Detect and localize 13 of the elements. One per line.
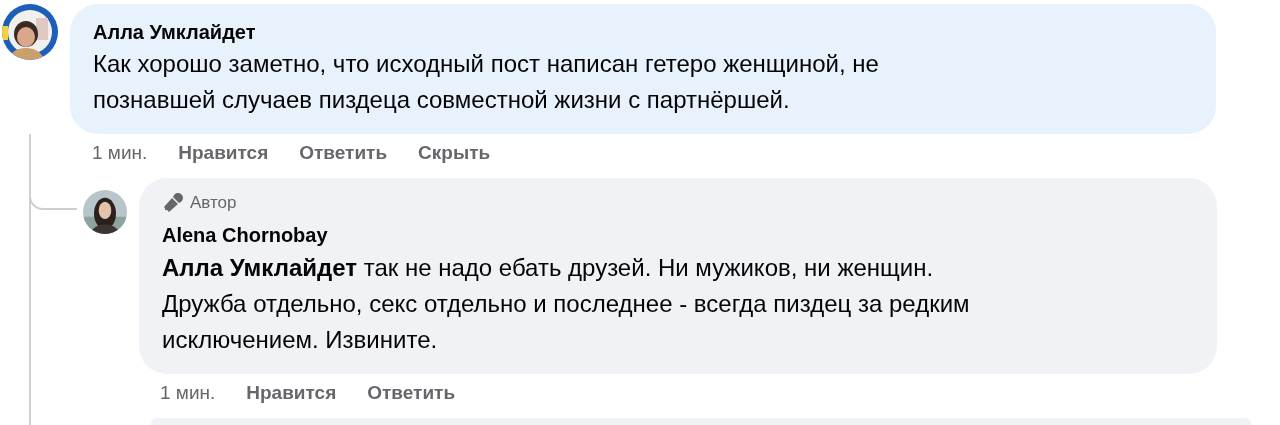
action-link[interactable]: Скрыть — [418, 142, 491, 164]
microphone-icon — [162, 192, 184, 214]
action-link[interactable]: Нравится — [246, 382, 337, 404]
action-link[interactable]: Нравится — [178, 142, 269, 164]
author-name[interactable]: Алла Умклайдет — [93, 18, 1192, 46]
timestamp: 1 мин. — [160, 382, 216, 404]
author-label: Автор — [190, 193, 237, 213]
reply-text: Алла Умклайдет так не надо ебать друзей. Ни мужиков, ни женщин. Дружба отдельно, секс отдельно и последнее - всегда пиздец за редким исключением. Извините. — [162, 253, 971, 355]
author-name[interactable]: Alena Chornobay — [162, 220, 1193, 250]
comment-text: Как хорошо заметно, что исходный пост написан гетеро женщиной, не познавшей случаев пиздеца совместной жизни с партнёршей. — [93, 49, 880, 115]
action-link[interactable]: Ответить — [299, 142, 388, 164]
action-link[interactable]: Ответить — [367, 382, 456, 404]
timestamp: 1 мин. — [92, 142, 148, 164]
